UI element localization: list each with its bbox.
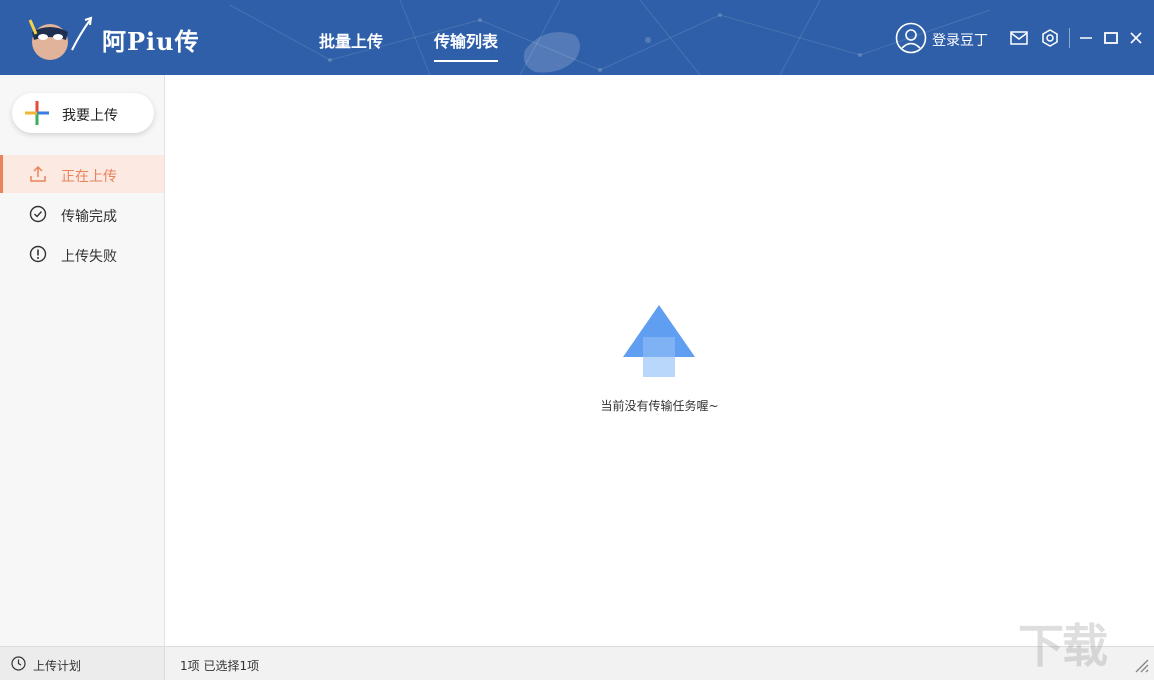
active-indicator <box>0 155 3 193</box>
user-icon[interactable] <box>895 22 927 54</box>
login-link[interactable]: 登录豆丁 <box>932 30 988 50</box>
tab-batch-upload[interactable]: 批量上传 <box>319 28 383 62</box>
alert-circle-icon <box>29 245 47 263</box>
main-content: 当前没有传输任务喔~ <box>165 75 1154 646</box>
sidebar-item-completed[interactable]: 传输完成 <box>0 195 164 233</box>
minimize-icon[interactable] <box>1076 28 1096 48</box>
app-logo-text: 阿Piu传 <box>102 27 200 56</box>
upload-schedule-label: 上传计划 <box>33 659 82 673</box>
sidebar-item-uploading[interactable]: 正在上传 <box>0 155 164 193</box>
sidebar: 我要上传 正在上传 传输完成 上传失败 <box>0 75 165 646</box>
empty-upload-arrow-icon <box>623 305 695 377</box>
resize-grip-icon[interactable] <box>1128 652 1150 674</box>
upload-schedule-button[interactable]: 上传计划 <box>0 646 165 680</box>
app-logo-icon <box>28 16 93 60</box>
toolbar-divider <box>1069 28 1070 48</box>
sidebar-item-failed[interactable]: 上传失败 <box>0 235 164 273</box>
close-icon[interactable] <box>1126 28 1146 48</box>
selection-count: 1项 已选择1项 <box>180 659 260 673</box>
mail-icon[interactable] <box>1009 28 1029 48</box>
clock-icon <box>11 656 26 671</box>
sidebar-item-label: 正在上传 <box>61 169 117 185</box>
sidebar-item-label: 传输完成 <box>61 209 117 225</box>
upload-button[interactable]: 我要上传 <box>12 93 154 133</box>
status-bar: 1项 已选择1项 <box>165 646 1154 680</box>
upload-button-label: 我要上传 <box>62 108 118 124</box>
settings-icon[interactable] <box>1040 28 1060 48</box>
check-circle-icon <box>29 205 47 223</box>
maximize-icon[interactable] <box>1101 28 1121 48</box>
upload-icon <box>30 165 46 182</box>
empty-state-message: 当前没有传输任务喔~ <box>600 399 719 413</box>
sidebar-item-label: 上传失败 <box>61 249 117 265</box>
title-bar: 阿Piu传 批量上传 传输列表 登录豆丁 <box>0 0 1154 75</box>
colorful-plus-icon <box>25 101 49 125</box>
tab-transfer-list[interactable]: 传输列表 <box>434 28 499 62</box>
